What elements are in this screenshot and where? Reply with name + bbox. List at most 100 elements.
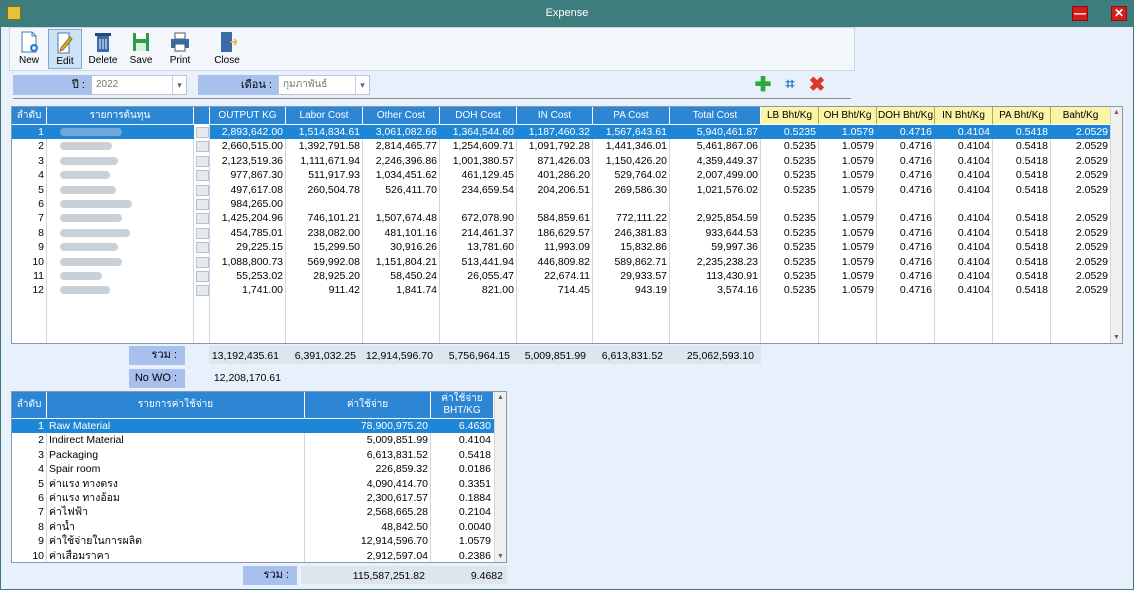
edit-button[interactable]: Edit (48, 29, 82, 69)
header-in-cost[interactable]: IN Cost (517, 107, 593, 124)
row-seq: 2 (38, 434, 44, 447)
row-checkbox[interactable] (196, 256, 209, 268)
vertical-scrollbar[interactable]: ▲ ▼ (1110, 107, 1122, 343)
expense-row[interactable]: 1 Raw Material 78,900,975.20 6.4630 (12, 419, 494, 434)
row-value: 0.4104 (935, 125, 993, 140)
row-value: 246,381.83 (614, 226, 667, 239)
header-oh-bht-kg[interactable]: OH Bht/Kg (819, 107, 877, 124)
row-value: 0.5235 (783, 255, 816, 268)
row-checkbox[interactable] (196, 199, 209, 210)
expense-row[interactable]: 2 Indirect Material 5,009,851.99 0.4104 (12, 433, 494, 447)
cost-sum-value: 5,009,851.99 (524, 350, 586, 362)
header-doh-bht-kg[interactable]: DOH Bht/Kg (877, 107, 935, 124)
year-select[interactable]: 2022 ▾ (91, 75, 187, 95)
row-checkbox[interactable] (196, 285, 209, 297)
row-checkbox[interactable] (196, 184, 209, 196)
window-title: Expense (545, 7, 589, 19)
save-button[interactable]: Save (124, 29, 158, 69)
scroll-up-icon[interactable]: ▲ (497, 394, 504, 401)
header-seq[interactable]: ลำดับ (12, 107, 47, 124)
header-doh-cost[interactable]: DOH Cost (440, 107, 517, 124)
chevron-down-icon: ▾ (355, 76, 369, 94)
header-pa-cost[interactable]: PA Cost (593, 107, 670, 124)
row-checkbox[interactable] (196, 227, 209, 239)
header-expense-amount[interactable]: ค่าใช้จ่าย (305, 392, 431, 418)
vertical-scrollbar[interactable]: ▲ ▼ (494, 392, 506, 562)
row-value: 2,123,519.36 (221, 154, 283, 167)
row-seq: 1 (12, 125, 47, 140)
close-window-button[interactable]: ✕ (1111, 6, 1127, 21)
scroll-up-icon[interactable]: ▲ (1113, 109, 1120, 116)
row-seq: 7 (38, 212, 44, 225)
expense-row[interactable]: 8 ค่าน้ำ 48,842.50 0.0040 (12, 520, 494, 534)
cost-sum-value: 6,613,831.52 (601, 350, 663, 362)
row-checkbox[interactable] (196, 242, 209, 254)
header-pa-bht-kg[interactable]: PA Bht/Kg (993, 107, 1051, 124)
cost-row[interactable]: 3 2,123,519.36 1,111,671.94 2,246,396.86 1,0… (12, 154, 1110, 168)
header-in-bht-kg[interactable]: IN Bht/Kg (935, 107, 993, 124)
cost-row[interactable]: 1 2,893,642.00 1,514,834.61 3,061,082.66 1,3… (12, 125, 1111, 140)
row-value: 1,392,791.58 (298, 140, 360, 153)
row-value: 0.5418 (1015, 270, 1048, 282)
scroll-down-icon[interactable]: ▼ (1113, 334, 1120, 341)
cost-row[interactable]: 6 984,265.00 (12, 197, 1110, 211)
expense-row[interactable]: 6 ค่าแรง ทางอ้อม 2,300,617.57 0.1884 (12, 491, 494, 505)
expense-row[interactable]: 7 ค่าไฟฟ้า 2,568,665.28 0.2104 (12, 505, 494, 519)
row-value: 26,055.47 (467, 270, 514, 282)
new-button[interactable]: New (12, 29, 46, 69)
cost-row[interactable]: 4 977,867.30 511,917.93 1,034,451.62 461,129… (12, 168, 1110, 182)
header-seq[interactable]: ลำดับ (12, 392, 47, 418)
cost-row[interactable]: 8 454,785.01 238,082.00 481,101.16 214,461.3… (12, 226, 1110, 240)
cost-row[interactable]: 12 1,741.00 911.42 1,841.74 821.00 714.45 943.… (12, 283, 1110, 297)
cost-row[interactable]: 10 1,088,800.73 569,992.08 1,151,804.21 513,… (12, 255, 1110, 269)
row-value: 1.0579 (841, 270, 874, 282)
delete-button[interactable]: Delete (86, 29, 120, 69)
row-value: 2.0529 (1075, 140, 1108, 153)
row-value: 28,925.20 (313, 270, 360, 282)
grid-settings-button[interactable]: ⌗ (780, 75, 800, 95)
row-value: 0.4104 (957, 226, 990, 239)
add-row-button[interactable]: ✚ (753, 75, 773, 95)
header-expense-bht-kg[interactable]: ค่าใช้จ่าย BHT/KG (431, 392, 494, 418)
header-total-cost[interactable]: Total Cost (670, 107, 761, 124)
row-checkbox[interactable] (196, 141, 209, 153)
row-value: 204,206.51 (537, 183, 590, 196)
row-value: 214,461.37 (461, 226, 514, 239)
row-checkbox[interactable] (196, 170, 209, 182)
month-select[interactable]: กุมภาพันธ์ ▾ (278, 75, 370, 95)
expense-row[interactable]: 9 ค่าใช้จ่ายในการผลิต 12,914,596.70 1.0579 (12, 534, 494, 548)
cost-row[interactable]: 2 2,660,515.00 1,392,791.58 2,814,465.77 1,2… (12, 139, 1110, 153)
cost-sum-value: 25,062,593.10 (686, 350, 754, 362)
header-output-kg[interactable]: OUTPUT KG (210, 107, 286, 124)
row-checkbox[interactable] (196, 271, 209, 282)
minimize-button[interactable]: — (1072, 6, 1088, 21)
cost-row[interactable]: 5 497,617.08 260,504.78 526,411.70 234,659.5… (12, 183, 1110, 197)
header-lb-bht-kg[interactable]: LB Bht/Kg (761, 107, 819, 124)
row-value: 30,916.26 (390, 241, 437, 254)
cost-row[interactable]: 11 55,253.02 28,925.20 58,450.24 26,055.47 22… (12, 269, 1110, 283)
remove-row-button[interactable]: ✖ (807, 75, 827, 95)
row-checkbox[interactable] (196, 155, 209, 167)
expense-row[interactable]: 5 ค่าแรง ทางตรง 4,090,414.70 0.3351 (12, 477, 494, 491)
row-value: 2.0529 (1075, 241, 1108, 254)
exit-door-icon (221, 32, 237, 52)
cost-row[interactable]: 9 29,225.15 15,299.50 30,916.26 13,781.60 11,… (12, 240, 1110, 254)
scroll-down-icon[interactable]: ▼ (497, 553, 504, 560)
header-other-cost[interactable]: Other Cost (363, 107, 440, 124)
print-button[interactable]: Print (163, 29, 197, 69)
row-expense-item: ค่าเสื่อมราคา (49, 549, 110, 562)
header-check[interactable] (194, 107, 210, 124)
row-value: 0.4716 (899, 255, 932, 268)
redacted-name (60, 200, 132, 208)
header-labor-cost[interactable]: Labor Cost (286, 107, 363, 124)
header-cost-item[interactable]: รายการต้นทุน (47, 107, 194, 124)
header-baht-kg[interactable]: Baht/Kg (1051, 107, 1111, 124)
expense-row[interactable]: 10 ค่าเสื่อมราคา 2,912,597.04 0.2386 (12, 549, 494, 562)
expense-row[interactable]: 4 Spair room 226,859.32 0.0186 (12, 462, 494, 476)
close-button[interactable]: Close (210, 29, 244, 69)
header-expense-item[interactable]: รายการค่าใช้จ่าย (47, 392, 305, 418)
cost-row[interactable]: 7 1,425,204.96 746,101.21 1,507,674.48 672,0… (12, 211, 1110, 225)
row-checkbox[interactable] (196, 127, 209, 138)
row-checkbox[interactable] (196, 213, 209, 225)
expense-row[interactable]: 3 Packaging 6,613,831.52 0.5418 (12, 448, 494, 462)
